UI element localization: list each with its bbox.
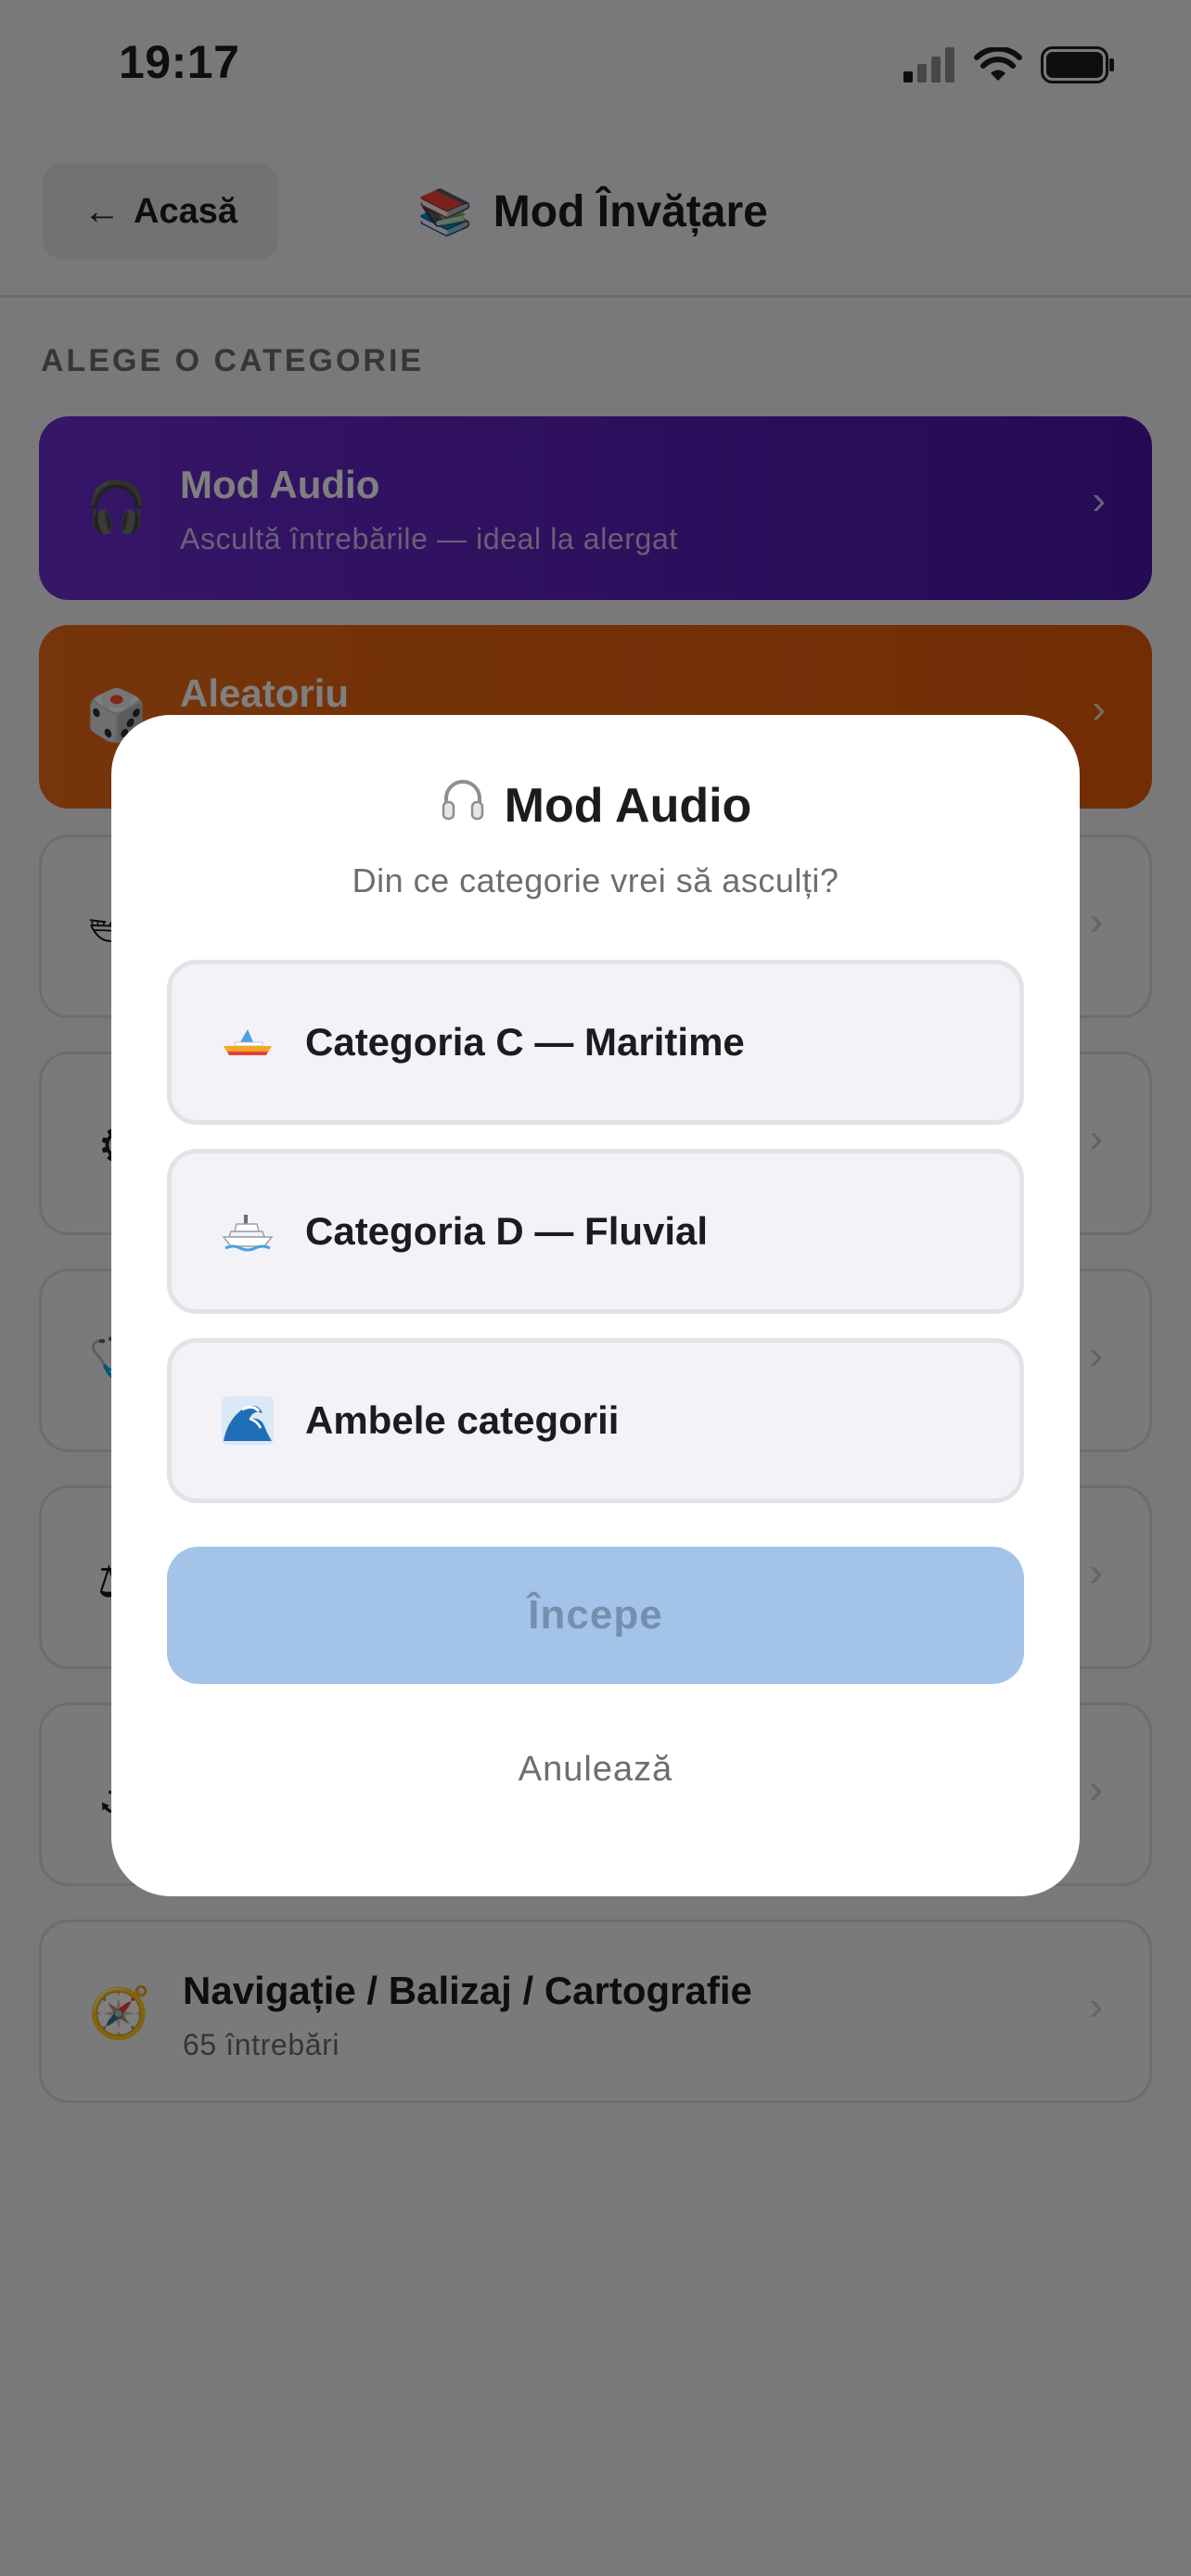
start-button[interactable]: Începe	[167, 1547, 1024, 1684]
dialog-subtitle: Din ce categorie vrei să asculți?	[352, 861, 839, 899]
boat-icon	[218, 1013, 277, 1072]
headphones-icon	[440, 776, 486, 835]
option-label: Categoria C — Maritime	[305, 1020, 745, 1064]
wave-icon	[218, 1391, 277, 1450]
cancel-button[interactable]: Anulează	[111, 1750, 1080, 1790]
option-category-d[interactable]: Categoria D — Fluvial	[167, 1149, 1024, 1314]
dialog-title: Mod Audio	[111, 776, 1080, 835]
dialog-title-text: Mod Audio	[504, 778, 752, 833]
ship-icon	[218, 1202, 277, 1261]
option-label: Ambele categorii	[305, 1398, 620, 1442]
option-label: Categoria D — Fluvial	[305, 1209, 709, 1253]
audio-mode-dialog: Mod Audio Din ce categorie vrei să ascul…	[111, 715, 1080, 1896]
option-both-categories[interactable]: Ambele categorii	[167, 1338, 1024, 1503]
option-category-c[interactable]: Categoria C — Maritime	[167, 960, 1024, 1125]
